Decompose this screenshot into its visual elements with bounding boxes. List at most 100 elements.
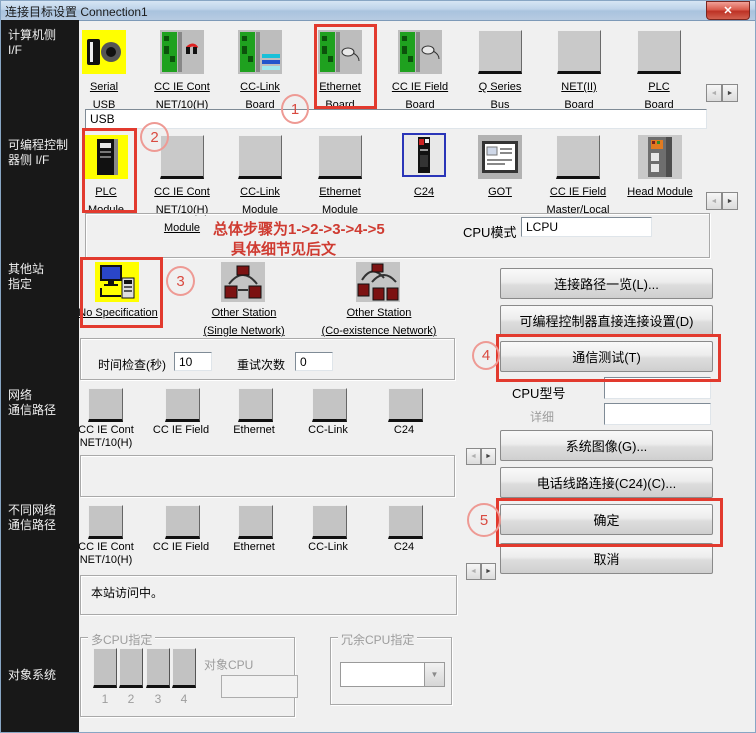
cpu-mode-field[interactable]: LCPU <box>521 217 652 237</box>
netroute-ccie-cont-icon[interactable] <box>88 388 123 422</box>
pcif-ethernet-board-icon[interactable] <box>318 30 362 74</box>
target-cpu-field[interactable] <box>221 675 298 698</box>
sidebar-label-other-station: 其他站 指定 <box>8 262 44 292</box>
pcif-ccie-cont-board-icon[interactable] <box>160 30 204 74</box>
connection-list-button[interactable]: 连接路径一览(L)... <box>500 268 713 299</box>
step3-marker: 3 <box>166 266 195 296</box>
pcif-item-plc-board[interactable]: PLC Board <box>614 77 704 113</box>
plcif-item-head-module[interactable]: Head Module <box>615 182 705 200</box>
time-check-label: 时间检查(秒) <box>98 356 166 373</box>
target-cpu-label: 对象CPU <box>204 656 253 673</box>
plcif-got-icon[interactable] <box>478 135 522 179</box>
pcif-serial-usb-icon[interactable] <box>82 30 126 74</box>
diffroute-ccie-field-icon[interactable] <box>165 505 200 539</box>
comm-test-button[interactable]: 通信测试(T) <box>500 341 713 372</box>
pcif-scroll: ◄ ► <box>706 84 738 102</box>
detail-field[interactable] <box>604 403 711 425</box>
netroute-detail-panel <box>80 455 455 497</box>
step2-marker: 2 <box>140 122 169 152</box>
diffroute-ccie-cont-icon[interactable] <box>88 505 123 539</box>
redundant-cpu-value <box>341 663 424 686</box>
other-station-item-single[interactable]: Other Station (Single Network) <box>189 303 299 339</box>
redundant-cpu-dropdown[interactable]: ▼ <box>340 662 445 687</box>
pcif-netii-board-icon[interactable] <box>557 30 601 74</box>
multi-cpu-num-1: 1 <box>93 692 117 706</box>
cancel-button[interactable]: 取消 <box>500 543 713 574</box>
diffroute-scroll: ◄ ► <box>466 563 496 580</box>
pcif-ccie-field-board-icon[interactable] <box>398 30 442 74</box>
cpu-mode-label: CPU模式 <box>463 222 516 241</box>
sidebar-label-plc-if: 可编程控制 器侧 I/F <box>8 138 68 168</box>
plcif-scroll: ◄ ► <box>706 192 738 210</box>
nospec-icon[interactable] <box>95 262 139 302</box>
system-image-button[interactable]: 系统图像(G)... <box>500 430 713 461</box>
netroute-scroll: ◄ ► <box>466 448 496 465</box>
plcif-plc-module-icon[interactable] <box>84 135 128 179</box>
status-panel: 本站访问中。 <box>80 575 457 615</box>
other-station-item-nospec[interactable]: No Specification <box>68 303 168 321</box>
multi-cpu-num-4: 4 <box>172 692 196 706</box>
time-check-field[interactable]: 10 <box>174 352 212 371</box>
plcif-ccie-field-module-icon[interactable] <box>556 135 600 179</box>
sidebar-label-target-system: 对象系统 <box>8 668 56 683</box>
pcif-qseries-bus-icon[interactable] <box>478 30 522 74</box>
close-icon[interactable]: ✕ <box>706 1 750 20</box>
plcif-ethernet-module-icon[interactable] <box>318 135 362 179</box>
scroll-left-icon[interactable]: ◄ <box>466 448 481 465</box>
netroute-ethernet-icon[interactable] <box>238 388 273 422</box>
diffroute-label-cclink: CC-Link <box>285 541 371 554</box>
phone-line-button[interactable]: 电话线路连接(C24)(C)... <box>500 467 713 498</box>
pcif-item-netii-board[interactable]: NET(II) Board <box>534 77 624 113</box>
netroute-label-c24: C24 <box>361 424 447 437</box>
chevron-down-icon[interactable]: ▼ <box>424 663 444 686</box>
pcif-item-qseries-bus[interactable]: Q Series Bus <box>455 77 545 113</box>
redundant-cpu-group-label: 冗余CPU指定 <box>338 631 417 648</box>
status-message: 本站访问中。 <box>81 576 456 609</box>
pcif-selected-field[interactable]: USB <box>85 109 707 129</box>
diffroute-label-c24: C24 <box>361 541 447 554</box>
retry-field[interactable]: 0 <box>295 352 333 371</box>
netroute-label-cclink: CC-Link <box>285 424 371 437</box>
diffroute-cclink-icon[interactable] <box>312 505 347 539</box>
pcif-item-serial-usb[interactable]: Serial USB <box>59 77 149 113</box>
scroll-right-icon[interactable]: ► <box>722 192 738 210</box>
multi-cpu-button-2[interactable] <box>119 648 143 688</box>
other-station-item-coexist[interactable]: Other Station (Co-existence Network) <box>314 303 444 339</box>
window-title: 连接目标设置 Connection1 <box>5 3 148 20</box>
sidebar-label-diff-network-route: 不同网络 通信路径 <box>8 503 56 533</box>
multi-cpu-button-3[interactable] <box>146 648 170 688</box>
diffroute-ethernet-icon[interactable] <box>238 505 273 539</box>
direct-connection-button[interactable]: 可编程控制器直接连接设置(D) <box>500 305 713 336</box>
sidebar-label-pc-if: 计算机侧 I/F <box>8 28 56 58</box>
plcif-item-got[interactable]: GOT <box>455 182 545 200</box>
multi-cpu-button-1[interactable] <box>93 648 117 688</box>
scroll-left-icon[interactable]: ◄ <box>466 563 481 580</box>
pcif-cclink-board-icon[interactable] <box>238 30 282 74</box>
other-station-single-icon[interactable] <box>221 262 265 302</box>
netroute-c24-icon[interactable] <box>388 388 423 422</box>
step4-marker: 4 <box>472 341 500 370</box>
scroll-left-icon[interactable]: ◄ <box>706 84 722 102</box>
scroll-right-icon[interactable]: ► <box>481 563 496 580</box>
multi-cpu-group-label: 多CPU指定 <box>88 631 155 648</box>
multi-cpu-num-3: 3 <box>146 692 170 706</box>
title-bar: 连接目标设置 Connection1 ✕ <box>0 0 756 21</box>
diffroute-c24-icon[interactable] <box>388 505 423 539</box>
pcif-item-ccie-field-board[interactable]: CC IE Field Board <box>375 77 465 113</box>
category-sidebar: 计算机侧 I/F 可编程控制 器侧 I/F 其他站 指定 网络 通信路径 不同网… <box>0 20 79 733</box>
scroll-left-icon[interactable]: ◄ <box>706 192 722 210</box>
other-station-coexist-icon[interactable] <box>356 262 400 302</box>
plcif-c24-icon[interactable] <box>402 133 446 177</box>
scroll-right-icon[interactable]: ► <box>481 448 496 465</box>
plcif-cclink-module-icon[interactable] <box>238 135 282 179</box>
ok-button[interactable]: 确定 <box>500 504 713 535</box>
multi-cpu-num-2: 2 <box>119 692 143 706</box>
netroute-ccie-field-icon[interactable] <box>165 388 200 422</box>
netroute-cclink-icon[interactable] <box>312 388 347 422</box>
cpu-model-field[interactable] <box>604 377 711 399</box>
step1-marker: 1 <box>281 94 309 124</box>
multi-cpu-button-4[interactable] <box>172 648 196 688</box>
scroll-right-icon[interactable]: ► <box>722 84 738 102</box>
plcif-head-module-icon[interactable] <box>638 135 682 179</box>
pcif-plc-board-icon[interactable] <box>637 30 681 74</box>
